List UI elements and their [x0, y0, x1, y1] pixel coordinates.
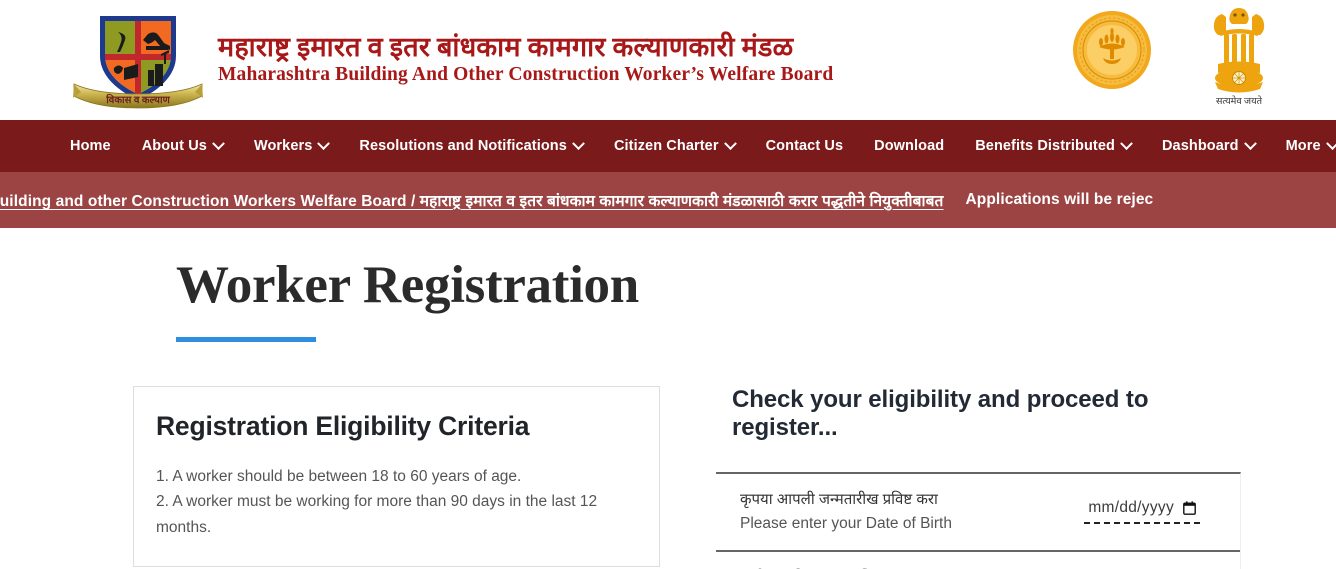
- nav-label: Workers: [253, 138, 313, 154]
- chevron-down-icon: [1243, 136, 1257, 150]
- nav-label: More: [1285, 138, 1321, 154]
- ashoka-pillar-emblem-icon: सत्यमेव जयते: [1213, 8, 1265, 107]
- registration-eligibility-criteria-card: Registration Eligibility Criteria 1. A w…: [133, 386, 660, 567]
- worked-90-days-label-marathi: तुम्ही 9 0 दिवसांहून अधिक काळ महाराष्ट्र…: [740, 566, 1060, 569]
- brand-title-english: Maharashtra Building And Other Construct…: [218, 64, 834, 86]
- left-column: Registration Eligibility Criteria 1. A w…: [133, 386, 660, 569]
- nav-item-citizen-charter[interactable]: Citizen Charter: [613, 136, 737, 154]
- nav-label: Download: [874, 138, 945, 154]
- nav-label: Resolutions and Notifications: [359, 138, 567, 154]
- marquee-notice-text: Applications will be rejec: [965, 191, 1154, 208]
- mbocww-shield-logo-icon: विकास व कल्याण: [73, 15, 203, 108]
- brand-block[interactable]: विकास व कल्याण महाराष्ट्र इमारत व इतर बा…: [68, 8, 833, 113]
- site-header: विकास व कल्याण महाराष्ट्र इमारत व इतर बा…: [0, 0, 1336, 120]
- nav-item-more[interactable]: More: [1285, 136, 1336, 154]
- date-placeholder-text: mm/dd/yyyy: [1088, 499, 1174, 517]
- announcement-marquee: ent on contract basis for Maharashtra Bu…: [0, 172, 1336, 228]
- nav-item-download[interactable]: Download: [874, 138, 944, 154]
- nav-item-benefits-distributed[interactable]: Benefits Distributed: [975, 136, 1133, 154]
- right-column: Check your eligibility and proceed to re…: [716, 386, 1244, 569]
- marquee-track: ent on contract basis for Maharashtra Bu…: [0, 189, 1153, 211]
- dob-label-english: Please enter your Date of Birth: [740, 514, 952, 532]
- emblems-group: सत्यमेव जयते: [1070, 2, 1276, 114]
- maharashtra-government-seal-icon: [1073, 11, 1151, 89]
- nav-label: Citizen Charter: [613, 138, 719, 154]
- eligibility-row-worked-90-days: तुम्ही 9 0 दिवसांहून अधिक काळ महाराष्ट्र…: [716, 552, 1240, 569]
- calendar-icon[interactable]: [1183, 501, 1196, 516]
- page-content: Worker Registration Registration Eligibi…: [0, 228, 1336, 569]
- nav-item-home[interactable]: Home: [70, 138, 111, 154]
- marquee-notice-link[interactable]: ent on contract basis for Maharashtra Bu…: [0, 189, 943, 211]
- main-navigation: Home About Us Workers Resolutions and No…: [0, 120, 1336, 172]
- title-accent-rule: [176, 337, 316, 343]
- chevron-down-icon: [1120, 136, 1133, 150]
- page-title: Worker Registration: [176, 256, 639, 314]
- chevron-down-icon: [1325, 136, 1336, 150]
- nav-item-resolutions-and-notifications[interactable]: Resolutions and Notifications: [359, 136, 585, 154]
- eligibility-heading: Check your eligibility and proceed to re…: [732, 386, 1149, 442]
- date-of-birth-input[interactable]: mm/dd/yyyy: [1084, 499, 1200, 525]
- chevron-down-icon: [212, 136, 225, 150]
- nav-label: Contact Us: [765, 138, 844, 154]
- eligibility-row-date-of-birth: कृपया आपली जन्मतारीख प्रविष्ट करा Please…: [716, 474, 1240, 552]
- chevron-down-icon: [572, 136, 585, 150]
- nav-item-contact-us[interactable]: Contact Us: [766, 138, 844, 154]
- dob-labels: कृपया आपली जन्मतारीख प्रविष्ट करा Please…: [740, 488, 952, 535]
- dob-label-marathi: कृपया आपली जन्मतारीख प्रविष्ट करा: [740, 491, 938, 509]
- nav-label: Dashboard: [1161, 138, 1239, 154]
- nav-label: About Us: [141, 138, 207, 154]
- nav-label: Benefits Distributed: [975, 138, 1115, 154]
- emblem-caption: सत्यमेव जयते: [1216, 95, 1263, 107]
- criteria-line-1: 1. A worker should be between 18 to 60 y…: [156, 468, 522, 486]
- chevron-down-icon: [317, 136, 331, 150]
- nav-item-workers[interactable]: Workers: [253, 136, 331, 154]
- content-columns: Registration Eligibility Criteria 1. A w…: [0, 386, 1336, 569]
- brand-title-marathi: महाराष्ट्र इमारत व इतर बांधकाम कामगार कल…: [218, 32, 794, 63]
- nav-item-about-us[interactable]: About Us: [141, 136, 225, 154]
- nav-item-dashboard[interactable]: Dashboard: [1161, 136, 1257, 154]
- criteria-line-2: 2. A worker must be working for more tha…: [156, 493, 598, 536]
- nav-label: Home: [70, 138, 111, 154]
- brand-text: महाराष्ट्र इमारत व इतर बांधकाम कामगार कल…: [218, 32, 833, 87]
- chevron-down-icon: [723, 136, 737, 150]
- eligibility-form-table: कृपया आपली जन्मतारीख प्रविष्ट करा Please…: [716, 472, 1241, 569]
- logo-ribbon-text: विकास व कल्याण: [105, 93, 170, 106]
- criteria-card-title: Registration Eligibility Criteria: [156, 411, 530, 442]
